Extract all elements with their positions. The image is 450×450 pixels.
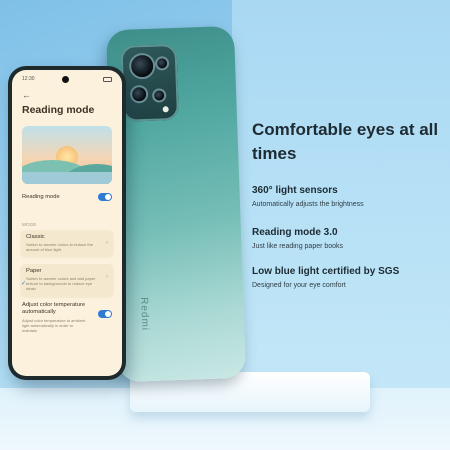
mode-option-classic[interactable]: Classic Switch to warmer colors to reduc… <box>20 230 114 258</box>
auto-title: Adjust color temperature automatically <box>22 302 86 315</box>
feature-description: Just like reading paper books <box>252 243 344 250</box>
reading-mode-toggle[interactable] <box>98 193 112 201</box>
auto-description: Adjust color temperature to ambient ligh… <box>22 318 86 333</box>
feature-title: Low blue light certified by SGS <box>252 266 400 277</box>
mode-description: Switch to warmer colors and add paper te… <box>26 276 96 291</box>
reading-mode-label: Reading mode <box>22 194 60 200</box>
feature-item: Low blue light certified by SGS Designed… <box>252 266 442 289</box>
reading-mode-row[interactable]: Reading mode <box>22 193 112 201</box>
feature-title: Reading mode 3.0 <box>252 227 338 238</box>
section-label: MODE <box>22 222 37 227</box>
flash-icon <box>162 106 169 113</box>
chevron-right-icon: › <box>106 240 108 246</box>
feature-description: Designed for your eye comfort <box>252 282 346 289</box>
brand-logo: Redmi <box>138 296 151 332</box>
camera-lens-icon <box>154 56 170 71</box>
chevron-right-icon: › <box>106 274 108 280</box>
phone-screen: 12:30 ← Reading mode Reading mode MODE C… <box>12 70 122 376</box>
battery-icon <box>103 77 112 82</box>
feature-description: Automatically adjusts the brightness <box>252 201 364 208</box>
feature-item: Reading mode 3.0 Just like reading paper… <box>252 227 442 250</box>
page-title: Reading mode <box>22 104 95 116</box>
front-camera-icon <box>62 76 69 83</box>
mode-description: Switch to warmer colors to reduce the am… <box>26 242 93 252</box>
camera-module <box>120 43 180 122</box>
mode-name: Paper <box>26 268 42 274</box>
product-scene: Redmi 12:30 ← Reading mode Reading mode … <box>0 0 450 450</box>
mode-option-paper[interactable]: ✓ Paper Switch to warmer colors and add … <box>20 264 114 298</box>
check-icon: ✓ <box>21 281 27 287</box>
camera-lens-icon <box>129 84 149 104</box>
camera-lens-icon <box>151 88 167 103</box>
feature-item: 360° light sensors Automatically adjusts… <box>252 185 442 208</box>
phone-front: 12:30 ← Reading mode Reading mode MODE C… <box>8 66 126 380</box>
phone-back: Redmi <box>105 25 247 383</box>
auto-color-temperature-row[interactable]: Adjust color temperature automatically A… <box>22 302 112 333</box>
mode-name: Classic <box>26 234 45 240</box>
back-arrow-icon[interactable]: ← <box>22 90 31 100</box>
water-shape <box>22 172 112 184</box>
auto-toggle[interactable] <box>98 310 112 318</box>
feature-title: 360° light sensors <box>252 185 338 196</box>
headline: Comfortable eyes at all times <box>252 120 439 163</box>
camera-lens-icon <box>128 52 156 80</box>
reading-mode-illustration <box>22 126 112 184</box>
status-time: 12:30 <box>22 76 35 82</box>
